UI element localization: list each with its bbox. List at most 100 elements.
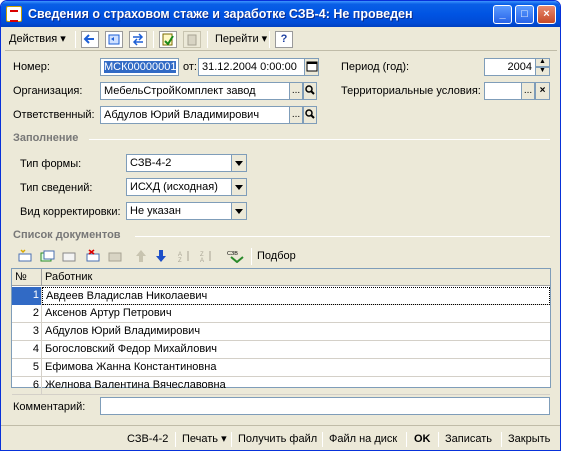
end-edit-icon[interactable] — [107, 249, 123, 263]
get-file-button[interactable]: Получить файл — [238, 430, 317, 448]
period-label: Период (год): — [341, 61, 410, 73]
column-header-number[interactable]: № — [12, 269, 42, 286]
period-down-icon[interactable]: ▼ — [535, 67, 550, 76]
correction-value: Не указан — [130, 205, 181, 217]
refresh-icon[interactable] — [105, 31, 123, 48]
employee-name-cell[interactable]: Абдулов Юрий Владимирович — [42, 323, 550, 341]
documents-group-title: Список документов — [13, 229, 121, 241]
select-employees-button[interactable]: Подбор — [257, 250, 296, 262]
organization-label: Организация: — [13, 85, 83, 97]
period-field[interactable]: 2004 — [484, 58, 536, 76]
swap-icon[interactable] — [129, 31, 147, 48]
bottom-separator — [406, 432, 407, 447]
organization-open-icon[interactable] — [303, 82, 317, 100]
period-up-icon[interactable]: ▲ — [535, 58, 550, 67]
table-row[interactable]: 6 Желнова Валентина Вячеславовна — [12, 377, 550, 395]
sort-ascending-icon[interactable]: AZ — [177, 249, 193, 264]
responsible-value: Абдулов Юрий Владимирович — [104, 109, 260, 121]
table-row[interactable]: 1 Авдеев Владислав Николаевич — [12, 287, 550, 305]
comment-field[interactable] — [100, 397, 550, 415]
svg-text:A: A — [200, 258, 204, 263]
toolbar-separator — [269, 31, 270, 48]
form-type-label: Тип формы: — [20, 158, 82, 170]
form-type-select[interactable]: СЗВ-4-2 — [126, 154, 232, 172]
row-number: 4 — [12, 341, 42, 359]
szv-print-button[interactable]: СЗВ-4-2 — [127, 430, 168, 448]
territory-clear-icon[interactable]: × — [535, 82, 550, 100]
save-button[interactable]: Записать — [445, 430, 492, 448]
territory-select-button[interactable]: ... — [521, 82, 535, 100]
chevron-down-icon[interactable] — [231, 202, 247, 220]
organization-field[interactable]: МебельСтройКомплект завод — [100, 82, 290, 100]
table-row[interactable]: 2 Аксенов Артур Петрович — [12, 305, 550, 323]
unpost-document-icon[interactable] — [183, 31, 201, 48]
info-type-label: Тип сведений: — [20, 182, 93, 194]
chevron-down-icon: ▾ — [221, 433, 227, 445]
employee-name-cell[interactable]: Желнова Валентина Вячеславовна — [42, 377, 550, 395]
actions-label: Действия — [9, 33, 58, 45]
document-icon — [6, 6, 22, 22]
table-row[interactable]: 5 Ефимова Жанна Константиновна — [12, 359, 550, 377]
responsible-open-icon[interactable] — [303, 106, 317, 124]
table-row[interactable]: 4 Богословский Федор Михайлович — [12, 341, 550, 359]
szv-form-icon[interactable]: СЗВ — [227, 249, 247, 264]
close-window-button[interactable]: × — [537, 5, 556, 24]
date-field[interactable]: 31.12.2004 0:00:00 — [198, 58, 305, 76]
territory-field[interactable] — [484, 82, 522, 100]
calendar-icon[interactable] — [304, 58, 319, 76]
chevron-down-icon[interactable] — [231, 178, 247, 196]
column-header-employee[interactable]: Работник — [42, 269, 550, 286]
actions-menu-button[interactable]: Действия ▾ — [5, 30, 70, 49]
bottom-separator — [231, 432, 232, 447]
filling-group-title: Заполнение — [13, 132, 79, 144]
row-number: 1 — [12, 287, 42, 305]
table-row[interactable]: 3 Абдулов Юрий Владимирович — [12, 323, 550, 341]
move-up-icon[interactable] — [133, 249, 149, 263]
correction-select[interactable]: Не указан — [126, 202, 232, 220]
help-button[interactable]: ? — [275, 31, 293, 48]
back-arrow-icon[interactable] — [81, 31, 99, 48]
window-title: Сведения о страховом стаже и заработке С… — [28, 7, 413, 21]
file-to-disk-button[interactable]: Файл на диск — [329, 430, 397, 448]
toolbar-separator — [251, 248, 252, 265]
table-header: № Работник — [12, 269, 550, 286]
sort-descending-icon[interactable]: ZA — [199, 249, 215, 264]
employee-name-cell[interactable]: Ефимова Жанна Константиновна — [42, 359, 550, 377]
toolbar-separator — [153, 31, 154, 48]
employee-name-cell[interactable]: Богословский Федор Михайлович — [42, 341, 550, 359]
bottom-separator — [501, 432, 502, 447]
employee-name-cell[interactable]: Авдеев Владислав Николаевич — [42, 287, 550, 305]
documents-table[interactable]: № Работник 1 Авдеев Владислав Николаевич 2… — [11, 268, 551, 395]
print-menu-button[interactable]: Печать ▾ — [182, 430, 227, 448]
ok-button[interactable]: OK — [414, 430, 431, 448]
employee-name-cell[interactable]: Аксенов Артур Петрович — [42, 305, 550, 323]
responsible-label: Ответственный: — [13, 109, 95, 121]
organization-value: МебельСтройКомплект завод — [104, 85, 256, 97]
maximize-button[interactable]: □ — [515, 5, 534, 24]
goto-menu-button[interactable]: Перейти ▾ — [211, 30, 271, 49]
organization-select-button[interactable]: ... — [289, 82, 303, 100]
copy-row-icon[interactable] — [39, 249, 55, 263]
move-down-icon[interactable] — [153, 249, 169, 263]
number-field[interactable]: МСК00000001 — [100, 58, 179, 76]
chevron-down-icon[interactable] — [231, 154, 247, 172]
info-type-select[interactable]: ИСХД (исходная) — [126, 178, 232, 196]
close-button[interactable]: Закрыть — [508, 430, 550, 448]
period-value: 2004 — [507, 61, 532, 73]
edit-row-icon[interactable] — [61, 249, 77, 263]
chevron-down-icon: ▾ — [60, 33, 66, 45]
responsible-select-button[interactable]: ... — [289, 106, 303, 124]
minimize-button[interactable]: _ — [493, 5, 512, 24]
document-window: Сведения о страховом стаже и заработке С… — [0, 0, 561, 451]
delete-row-icon[interactable] — [85, 249, 101, 263]
post-document-icon[interactable] — [159, 31, 177, 48]
add-row-icon[interactable] — [17, 249, 33, 263]
filling-group-divider — [89, 139, 550, 140]
toolbar: Действия ▾ Перейти ▾ ? — [5, 29, 557, 51]
documents-group-divider — [135, 236, 550, 237]
responsible-field[interactable]: Абдулов Юрий Владимирович — [100, 106, 290, 124]
date-label: от: — [183, 61, 197, 73]
svg-text:СЗВ: СЗВ — [227, 251, 238, 257]
bottom-separator — [175, 432, 176, 447]
bottom-separator — [322, 432, 323, 447]
